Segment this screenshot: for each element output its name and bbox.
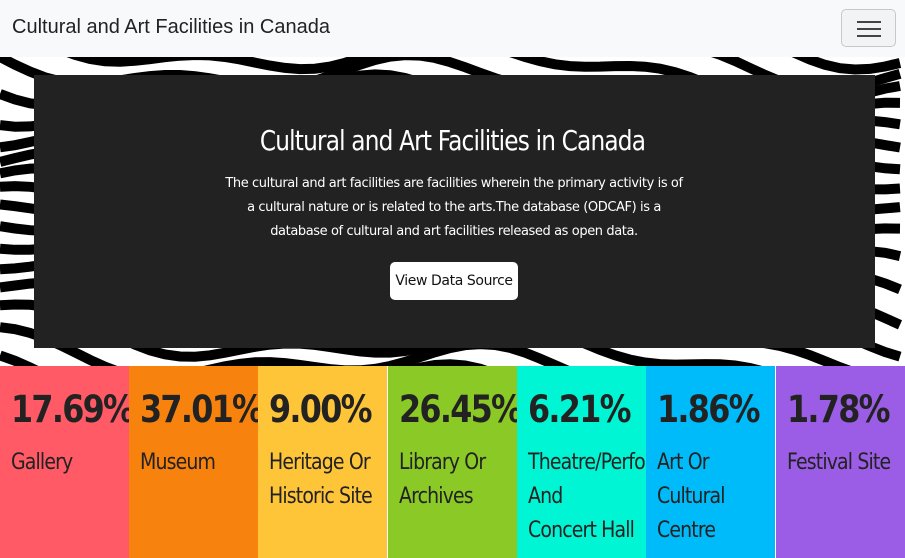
stat-percent: 1.78%	[787, 388, 891, 431]
stat-percent: 6.21%	[528, 388, 632, 431]
stat-percent: 26.45%	[399, 388, 517, 431]
stat-card-museum: 37.01% Museum	[129, 366, 258, 558]
view-data-source-button[interactable]: View Data Source	[390, 262, 518, 300]
stat-card-theatre: 6.21% Theatre/Performance And Concert Ha…	[517, 366, 646, 558]
stat-percent: 9.00%	[269, 388, 373, 431]
menu-toggle-button[interactable]	[841, 9, 896, 47]
stat-card-library: 26.45% Library Or Archives	[388, 366, 517, 558]
hero-description: The cultural and art facilities are faci…	[225, 176, 683, 239]
stat-label: Library Or Archives	[399, 450, 486, 509]
stat-percent: 1.86%	[657, 388, 761, 431]
stat-card-art-centre: 1.86% Art Or Cultural Centre	[646, 366, 775, 558]
hero-section: Cultural and Art Facilities in Canada Th…	[0, 57, 905, 366]
stat-percent: 17.69%	[11, 388, 129, 431]
stat-label: Festival Site	[787, 450, 891, 475]
hamburger-menu-icon	[857, 21, 881, 23]
stat-percent: 37.01%	[140, 388, 258, 431]
hero-title: Cultural and Art Facilities in Canada	[259, 124, 646, 157]
stat-card-festival: 1.78% Festival Site	[776, 366, 905, 558]
stat-label: Heritage Or Historic Site	[269, 450, 373, 509]
stat-label: Gallery	[11, 450, 73, 475]
stat-label: Museum	[140, 450, 216, 475]
stat-label: Art Or Cultural Centre	[657, 450, 725, 543]
stat-card-gallery: 17.69% Gallery	[0, 366, 129, 558]
stat-label: Theatre/Performance And Concert Hall	[528, 450, 646, 543]
navbar-brand[interactable]: Cultural and Art Facilities in Canada	[12, 16, 330, 39]
navbar: Cultural and Art Facilities in Canada	[0, 0, 905, 57]
stat-card-heritage: 9.00% Heritage Or Historic Site	[258, 366, 387, 558]
stats-row: 17.69% Gallery 37.01% Museum 9.00% Herit…	[0, 366, 905, 558]
